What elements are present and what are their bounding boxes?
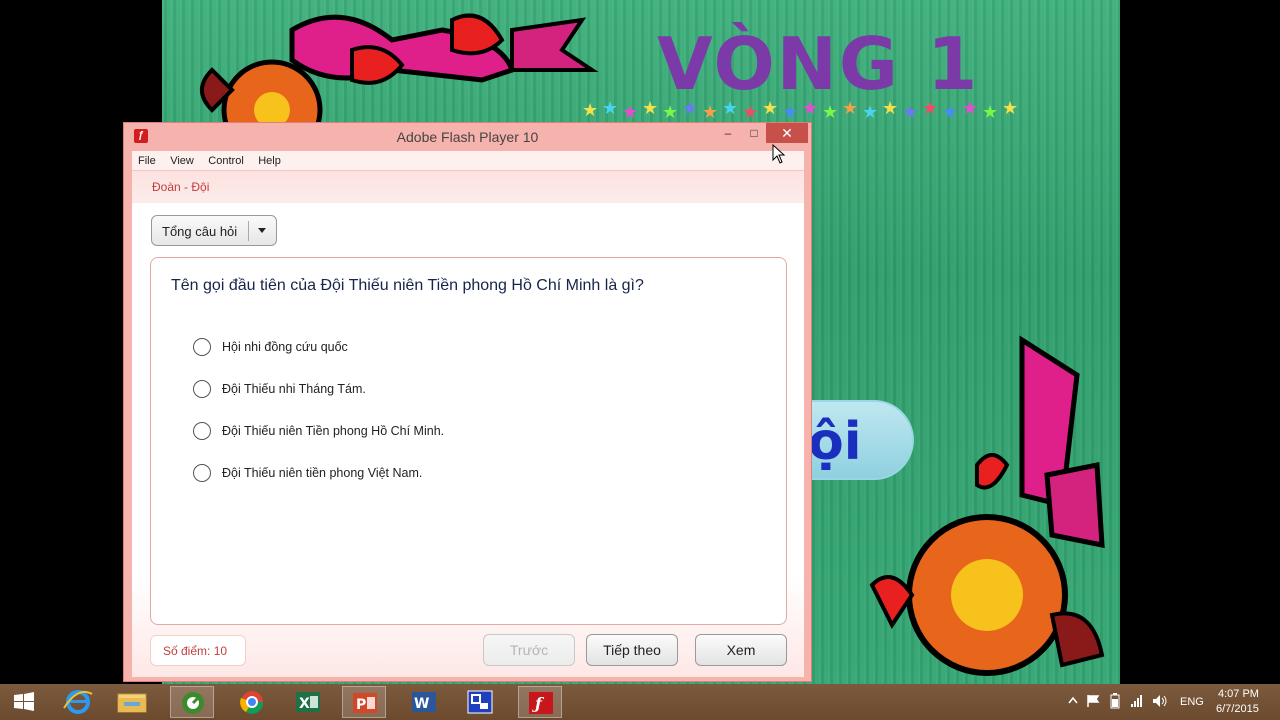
view-button[interactable]: Xem	[695, 634, 787, 666]
svg-text:★: ★	[882, 98, 898, 119]
radio-button[interactable]	[193, 338, 211, 356]
clock-time[interactable]: 4:07 PM	[1218, 688, 1259, 700]
mouse-cursor-icon	[772, 144, 786, 164]
svg-text:★: ★	[842, 98, 858, 119]
svg-text:★: ★	[822, 102, 838, 123]
flag-icon[interactable]	[1086, 694, 1100, 708]
svg-text:★: ★	[782, 102, 798, 123]
svg-text:X: X	[299, 696, 310, 712]
svg-text:★: ★	[802, 98, 818, 119]
battery-icon[interactable]	[1110, 693, 1120, 709]
svg-text:★: ★	[982, 102, 998, 123]
svg-text:★: ★	[902, 102, 918, 123]
svg-text:★: ★	[642, 98, 658, 119]
maximize-button[interactable]: □	[740, 123, 768, 143]
network-icon[interactable]	[1130, 694, 1144, 708]
show-hidden-icons-icon[interactable]	[1068, 694, 1078, 708]
flash-player-window: ƒ Adobe Flash Player 10 – □ ✕ File View …	[123, 122, 812, 682]
option-label[interactable]: Đội Thiếu niên tiền phong Việt Nam.	[222, 466, 422, 480]
radio-button[interactable]	[193, 422, 211, 440]
svg-text:★: ★	[582, 100, 598, 121]
menu-bar: File View Control Help	[132, 151, 804, 171]
screen: VÒNG 1 ★ ★ ★ ★ ★ ★ ★ ★ ★ ★ ★ ★ ★ ★ ★ ★ ★ ★ ★ ★ ★ ★ ội	[0, 0, 1280, 720]
excel-button[interactable]: X	[286, 686, 330, 718]
window-title: Adobe Flash Player 10	[396, 129, 539, 145]
svg-text:★: ★	[602, 98, 618, 119]
svg-text:★: ★	[962, 98, 978, 119]
word-icon: W	[412, 692, 436, 712]
flash-player-icon: ƒ	[529, 692, 553, 714]
svg-text:W: W	[414, 696, 429, 712]
svg-text:★: ★	[1002, 98, 1018, 119]
clock-date[interactable]: 6/7/2015	[1216, 703, 1259, 715]
file-explorer-button[interactable]	[110, 686, 154, 718]
start-button[interactable]	[2, 686, 46, 718]
dropdown-label: Tổng câu hỏi	[162, 224, 238, 239]
camtasia-icon	[182, 692, 204, 714]
quiz-content: Đoàn - Đội Tổng câu hỏi Tên gọi đầu tiên…	[132, 171, 804, 677]
flower-decoration-bottom-right	[869, 335, 1105, 676]
system-tray: ENG 4:07 PM 6/7/2015	[1068, 684, 1280, 720]
flower-decoration-top-left	[200, 13, 599, 130]
svg-text:★: ★	[862, 102, 878, 123]
header-band: Đoàn - Đội	[132, 171, 804, 203]
svg-text:★: ★	[722, 98, 738, 119]
app-button[interactable]	[458, 686, 502, 718]
close-button[interactable]: ✕	[766, 123, 808, 143]
option-label[interactable]: Hội nhi đồng cứu quốc	[222, 340, 348, 354]
svg-text:★: ★	[942, 102, 958, 123]
minimize-button[interactable]: –	[714, 123, 742, 143]
language-indicator[interactable]: ENG	[1180, 696, 1204, 708]
option-label[interactable]: Đội Thiếu niên Tiền phong Hồ Chí Minh.	[222, 424, 444, 438]
dropdown-divider	[248, 221, 249, 241]
option-label[interactable]: Đội Thiếu nhi Tháng Tám.	[222, 382, 366, 396]
svg-text:P: P	[356, 697, 366, 713]
internet-explorer-icon	[63, 690, 93, 714]
chevron-down-icon[interactable]	[258, 228, 266, 233]
svg-text:★: ★	[662, 102, 678, 123]
taskbar: X P W ƒ ENG 4:07 PM 6/7/2015	[0, 684, 1280, 720]
title-bar[interactable]: ƒ Adobe Flash Player 10 – □ ✕	[124, 123, 811, 149]
menu-control[interactable]: Control	[208, 151, 243, 171]
svg-text:★: ★	[702, 102, 718, 123]
breadcrumb: Đoàn - Đội	[152, 180, 210, 194]
start-icon	[14, 692, 34, 711]
menu-help[interactable]: Help	[258, 151, 281, 171]
question-list-dropdown[interactable]: Tổng câu hỏi	[151, 215, 277, 246]
score-text: Số điểm: 10	[163, 644, 228, 658]
svg-text:★: ★	[762, 98, 778, 119]
menu-file[interactable]: File	[138, 151, 156, 171]
chrome-icon	[240, 691, 264, 714]
svg-text:★: ★	[622, 102, 638, 123]
powerpoint-button[interactable]: P	[342, 686, 386, 718]
svg-text:★: ★	[742, 102, 758, 123]
question-panel: Tên gọi đầu tiên của Đội Thiếu niên Tiền…	[150, 257, 787, 625]
slide-title: VÒNG 1	[657, 22, 980, 106]
app-icon	[467, 690, 493, 714]
svg-text:★: ★	[682, 98, 698, 119]
previous-button[interactable]: Trước	[483, 634, 575, 666]
flash-player-button[interactable]: ƒ	[518, 686, 562, 718]
menu-view[interactable]: View	[170, 151, 194, 171]
camtasia-button[interactable]	[170, 686, 214, 718]
score-badge: Số điểm: 10	[150, 635, 246, 666]
internet-explorer-button[interactable]	[56, 686, 100, 718]
folder-icon	[117, 693, 147, 713]
word-button[interactable]: W	[402, 686, 446, 718]
svg-text:★: ★	[922, 98, 938, 119]
chrome-button[interactable]	[230, 686, 274, 718]
powerpoint-icon: P	[353, 693, 377, 713]
excel-icon: X	[296, 692, 320, 712]
radio-button[interactable]	[193, 380, 211, 398]
volume-icon[interactable]	[1152, 694, 1168, 708]
radio-button[interactable]	[193, 464, 211, 482]
next-button[interactable]: Tiếp theo	[586, 634, 678, 666]
question-text: Tên gọi đầu tiên của Đội Thiếu niên Tiền…	[171, 277, 644, 294]
